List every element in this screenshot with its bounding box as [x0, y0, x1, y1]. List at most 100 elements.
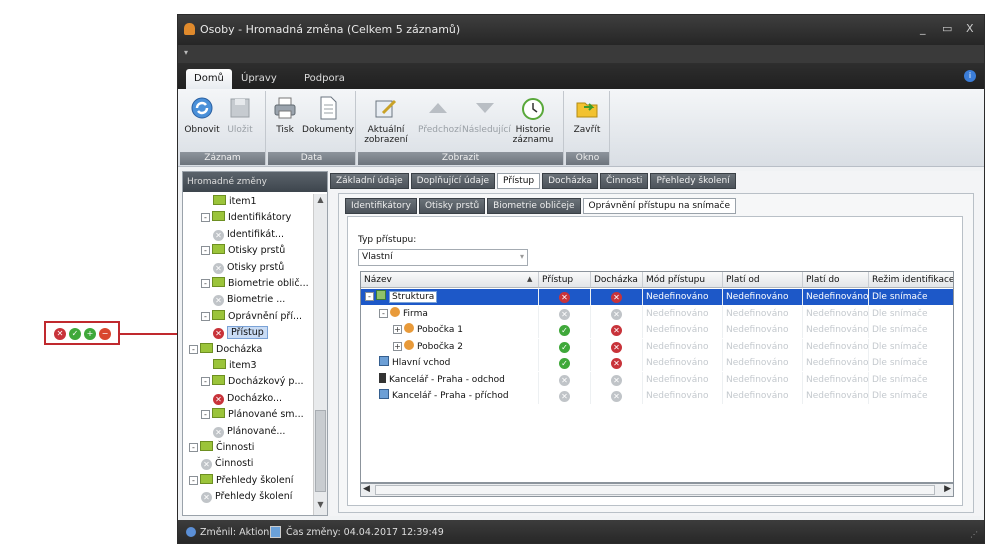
scroll-right-icon[interactable]: ▶	[944, 484, 951, 494]
table-row[interactable]: + Pobočka 1 ✓ ✕ Nedefinováno Nedefinováno Nede…	[361, 322, 953, 338]
collapse-toggle-icon[interactable]: -	[189, 443, 198, 452]
sub-tab[interactable]: Oprávnění přístupu na snímače	[582, 198, 737, 214]
tree-item[interactable]: ✕ Biometrie ...	[213, 292, 285, 308]
od-cell[interactable]: Nedefinováno	[723, 338, 803, 355]
collapse-toggle-icon[interactable]: -	[201, 311, 210, 321]
mod-cell[interactable]: Nedefinováno	[643, 322, 723, 338]
rezim-cell[interactable]: Dle snímače	[869, 339, 953, 355]
scroll-left-icon[interactable]: ◀	[363, 484, 370, 494]
grid-horizontal-scrollbar[interactable]: ◀ ▶	[360, 483, 954, 497]
rezim-cell[interactable]: Dle snímače	[869, 388, 953, 404]
maximize-button[interactable]: ▭	[942, 22, 952, 35]
expand-toggle-icon[interactable]: -	[365, 292, 374, 301]
dochazka-cell[interactable]: ✕	[591, 289, 643, 305]
table-row[interactable]: Kancelář - Praha - odchod ✕ ✕ Nedefinováno N…	[361, 371, 953, 388]
rezim-cell[interactable]: Dle snímače	[869, 355, 953, 371]
od-cell[interactable]: Nedefinováno	[723, 355, 803, 371]
close-button[interactable]: X	[966, 22, 974, 35]
main-tab[interactable]: Docházka	[542, 173, 599, 189]
column-header[interactable]: Přístup	[539, 272, 591, 288]
tree-item[interactable]: ✕ Identifikát...	[213, 227, 284, 243]
scroll-down-icon[interactable]: ▼	[315, 500, 326, 512]
minimize-button[interactable]: _	[920, 22, 926, 35]
pristup-cell[interactable]: ✕	[539, 289, 591, 305]
tree-item[interactable]: - Činnosti	[189, 440, 254, 456]
ribbon-tab-podpora[interactable]: Podpora	[296, 69, 353, 89]
tree-item[interactable]: - Plánované sm...	[201, 407, 304, 423]
do-cell[interactable]: Nedefinováno	[803, 371, 869, 388]
tree-item[interactable]: ✕ Činnosti	[201, 456, 253, 472]
collapse-toggle-icon[interactable]: -	[201, 246, 210, 256]
scroll-thumb[interactable]	[315, 410, 326, 492]
table-row[interactable]: - Firma ✕ ✕ Nedefinováno Nedefinováno Nedefino…	[361, 305, 953, 322]
tree-item[interactable]: - Oprávnění pří...	[201, 309, 302, 325]
tree-item[interactable]: ✕ Otisky prstů	[213, 260, 284, 276]
main-tab[interactable]: Základní údaje	[330, 173, 409, 189]
column-header[interactable]: Název	[361, 272, 539, 288]
column-header[interactable]: Režim identifikace	[869, 272, 953, 288]
rezim-cell[interactable]: Dle snímače	[869, 289, 953, 305]
collapse-toggle-icon[interactable]: -	[201, 377, 210, 387]
tree-item[interactable]: item1	[213, 194, 257, 210]
collapse-toggle-icon[interactable]: -	[201, 213, 210, 223]
collapse-toggle-icon[interactable]: -	[201, 410, 210, 420]
mod-cell[interactable]: Nedefinováno	[643, 388, 723, 404]
main-tab[interactable]: Doplňující údaje	[410, 173, 495, 189]
dochazka-cell[interactable]: ✕	[591, 322, 643, 338]
collapse-toggle-icon[interactable]: -	[189, 475, 198, 485]
tree-scrollbar[interactable]: ▲ ▼	[313, 194, 327, 515]
scroll-up-icon[interactable]: ▲	[315, 195, 326, 207]
do-cell[interactable]: Nedefinováno	[803, 305, 869, 322]
tree-item[interactable]: ✕ Plánované...	[213, 424, 285, 440]
main-tab[interactable]: Přístup	[497, 173, 541, 189]
mod-cell[interactable]: Nedefinováno	[643, 338, 723, 355]
table-row[interactable]: + Pobočka 2 ✓ ✕ Nedefinováno Nedefinováno Nede…	[361, 338, 953, 355]
tree-item[interactable]: item3	[213, 358, 257, 374]
previous-button[interactable]: Předchozí	[418, 95, 461, 135]
dochazka-cell[interactable]: ✕	[591, 388, 643, 404]
close-window-button[interactable]: Zavřít	[570, 95, 604, 135]
mod-cell[interactable]: Nedefinováno	[643, 289, 723, 305]
sub-tab[interactable]: Identifikátory	[345, 198, 417, 214]
main-tab[interactable]: Přehledy školení	[650, 173, 736, 189]
pristup-cell[interactable]: ✕	[539, 371, 591, 388]
dochazka-cell[interactable]: ✕	[591, 371, 643, 388]
documents-button[interactable]: Dokumenty	[302, 95, 354, 135]
tree-item[interactable]: - Biometrie oblič...	[201, 276, 309, 292]
save-button[interactable]: Uložit	[224, 95, 256, 135]
qat-dropdown-icon[interactable]: ▾	[184, 48, 188, 57]
tree-item[interactable]: - Otisky prstů	[201, 243, 285, 259]
collapse-toggle-icon[interactable]: -	[189, 344, 198, 354]
rezim-cell[interactable]: Dle snímače	[869, 372, 953, 388]
tree-item[interactable]: ✕ Přehledy školení	[201, 489, 292, 505]
next-button[interactable]: Následující	[462, 95, 511, 135]
tree-item-selected[interactable]: ✕ Přístup	[213, 325, 268, 341]
pristup-cell[interactable]: ✓	[539, 355, 591, 371]
od-cell[interactable]: Nedefinováno	[723, 388, 803, 404]
od-cell[interactable]: Nedefinováno	[723, 322, 803, 338]
refresh-button[interactable]: Obnovit	[184, 95, 220, 135]
sub-tab[interactable]: Biometrie obličeje	[487, 198, 581, 214]
do-cell[interactable]: Nedefinováno	[803, 338, 869, 355]
column-header[interactable]: Platí do	[803, 272, 869, 288]
main-tab[interactable]: Činnosti	[600, 173, 649, 189]
do-cell[interactable]: Nedefinováno	[803, 322, 869, 338]
expand-toggle-icon[interactable]: -	[379, 308, 388, 318]
dochazka-cell[interactable]: ✕	[591, 305, 643, 322]
resize-grip-icon[interactable]: ⋰	[970, 530, 978, 539]
pristup-cell[interactable]: ✕	[539, 305, 591, 322]
sort-ascending-icon[interactable]: ▲	[527, 275, 532, 283]
hscroll-thumb[interactable]	[375, 485, 935, 495]
column-header[interactable]: Mód přístupu	[643, 272, 723, 288]
column-header[interactable]: Docházka	[591, 272, 643, 288]
od-cell[interactable]: Nedefinováno	[723, 289, 803, 305]
expand-toggle-icon[interactable]: +	[393, 325, 402, 334]
rezim-cell[interactable]: Dle snímače	[869, 306, 953, 322]
mod-cell[interactable]: Nedefinováno	[643, 371, 723, 388]
do-cell[interactable]: Nedefinováno	[803, 388, 869, 404]
print-button[interactable]: Tisk	[270, 95, 300, 135]
pristup-cell[interactable]: ✕	[539, 388, 591, 404]
dochazka-cell[interactable]: ✕	[591, 338, 643, 355]
tree-item[interactable]: ✕ Docházko...	[213, 391, 282, 407]
access-type-select[interactable]: Vlastní ▾	[358, 249, 528, 266]
